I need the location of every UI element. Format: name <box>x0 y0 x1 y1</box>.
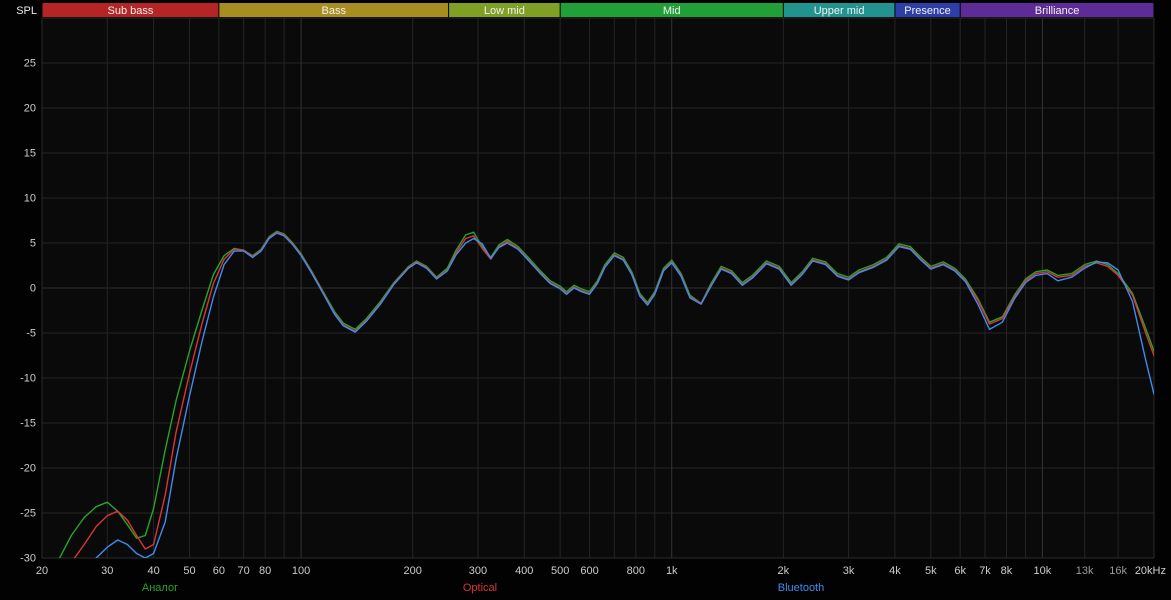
y-axis-labels: 25 20 15 10 5 0 -5 -10 -15 -20 -25 -30 <box>20 58 36 565</box>
frequency-response-chart: Sub bass Bass Low mid Mid Upper mid Presence B… <box>16 3 1166 594</box>
x-tick-label: 10k <box>1034 565 1052 577</box>
x-tick-label: 600 <box>580 565 598 577</box>
x-tick-label: 20 <box>36 565 48 577</box>
x-tick-label: 13k <box>1076 565 1094 577</box>
x-tick-label: 50 <box>183 565 195 577</box>
legend: Аналог Optical Bluetooth <box>142 582 824 594</box>
y-tick-label: -5 <box>26 328 36 340</box>
x-tick-label: 8k <box>1001 565 1013 577</box>
band-label: Sub bass <box>107 5 153 17</box>
band-label: Upper mid <box>814 5 865 17</box>
y-tick-label: 10 <box>24 193 36 205</box>
x-tick-label: 100 <box>292 565 310 577</box>
x-tick-label: 2k <box>778 565 790 577</box>
x-tick-label: 70 <box>238 565 250 577</box>
y-tick-label: -10 <box>20 373 36 385</box>
x-tick-label: 5k <box>925 565 937 577</box>
band-label: Presence <box>904 5 950 17</box>
y-tick-label: 15 <box>24 148 36 160</box>
x-tick-label: 40 <box>147 565 159 577</box>
x-tick-label: 6k <box>954 565 966 577</box>
y-tick-label: -30 <box>20 553 36 565</box>
y-tick-label: -15 <box>20 418 36 430</box>
band-label: Low mid <box>484 5 525 17</box>
y-axis-title: SPL <box>16 5 37 17</box>
x-tick-label: 80 <box>259 565 271 577</box>
x-tick-label: 800 <box>627 565 645 577</box>
y-tick-label: 25 <box>24 58 36 70</box>
x-tick-label: 20kHz <box>1135 565 1166 577</box>
x-tick-label: 300 <box>469 565 487 577</box>
band-label: Brilliance <box>1035 5 1080 17</box>
x-tick-label: 16k <box>1109 565 1127 577</box>
y-tick-label: 20 <box>24 103 36 115</box>
band-label: Bass <box>321 5 346 17</box>
y-tick-label: 0 <box>30 283 36 295</box>
band-label: Mid <box>663 5 681 17</box>
chart-page: Sub bass Bass Low mid Mid Upper mid Presence B… <box>0 0 1171 600</box>
frequency-bands: Sub bass Bass Low mid Mid Upper mid Presence B… <box>42 3 1154 17</box>
x-tick-label: 500 <box>551 565 569 577</box>
x-axis-labels: 20 30 40 50 60 70 80 100 200 300 400 500 600 800 1k 2k 3… <box>36 565 1166 577</box>
legend-label-bluetooth: Bluetooth <box>778 582 824 594</box>
legend-label-analog: Аналог <box>142 582 178 594</box>
y-tick-label: -25 <box>20 508 36 520</box>
y-tick-label: 5 <box>30 238 36 250</box>
x-tick-label: 200 <box>403 565 421 577</box>
x-tick-label: 4k <box>889 565 901 577</box>
x-tick-label: 3k <box>843 565 855 577</box>
x-tick-label: 7k <box>979 565 991 577</box>
x-tick-label: 1k <box>666 565 678 577</box>
x-tick-label: 30 <box>101 565 113 577</box>
legend-label-optical: Optical <box>463 582 497 594</box>
x-tick-label: 400 <box>515 565 533 577</box>
y-tick-label: -20 <box>20 463 36 475</box>
x-tick-label: 60 <box>213 565 225 577</box>
